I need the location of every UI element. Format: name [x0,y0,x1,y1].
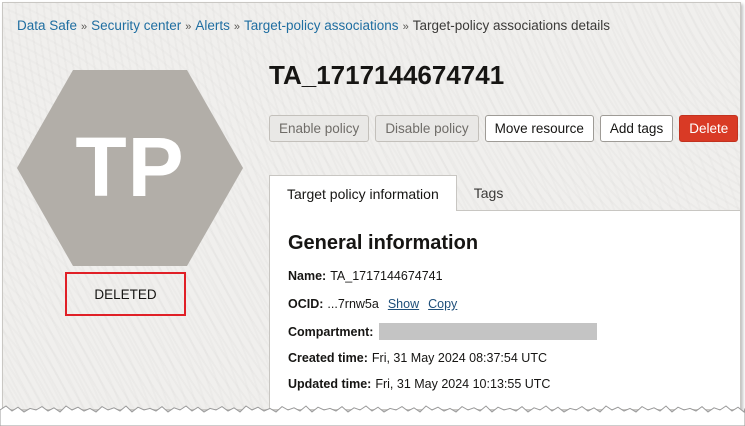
tab-target-policy-information[interactable]: Target policy information [269,175,457,211]
general-information-panel: General information Name: TA_17171446747… [269,210,740,409]
delete-button[interactable]: Delete [679,115,739,142]
name-value: TA_1717144674741 [330,269,443,283]
compartment-redacted-value [379,323,598,340]
torn-edge-path [0,405,745,426]
status-highlight-box: DELETED [65,272,186,316]
breadcrumb: Data Safe» Security center» Alerts» Target-… [17,18,610,33]
created-time-label: Created time: [288,351,368,365]
detail-tabs: Target policy information Tags [269,175,520,211]
tab-tags[interactable]: Tags [457,175,521,211]
ocid-label: OCID: [288,297,324,311]
show-ocid-link[interactable]: Show [388,297,419,311]
disable-policy-button[interactable]: Disable policy [375,115,479,142]
move-resource-button[interactable]: Move resource [484,115,594,142]
updated-time-row: Updated time: Fri, 31 May 2024 10:13:55 … [288,377,550,391]
enable-policy-button[interactable]: Enable policy [269,115,370,142]
created-time-value: Fri, 31 May 2024 08:37:54 UTC [371,351,547,365]
compartment-label: Compartment: [288,324,374,339]
breadcrumb-separator: » [402,21,409,33]
breadcrumb-separator: » [185,21,192,33]
ocid-row: OCID: ...7rnw5a Show Copy [288,297,457,311]
console-page: Data Safe» Security center» Alerts» Target-… [2,2,741,410]
compartment-row: Compartment: [288,323,598,340]
created-time-row: Created time: Fri, 31 May 2024 08:37:54 … [288,351,547,365]
ocid-value: ...7rnw5a [327,297,379,311]
updated-time-label: Updated time: [288,377,372,391]
torn-edge-decoration [0,405,745,426]
name-row: Name: TA_1717144674741 [288,269,443,283]
updated-time-value: Fri, 31 May 2024 10:13:55 UTC [375,377,551,391]
breadcrumb-alerts[interactable]: Alerts [195,18,230,33]
name-label: Name: [288,269,327,283]
breadcrumb-data-safe[interactable]: Data Safe [17,18,77,33]
add-tags-button[interactable]: Add tags [599,115,674,142]
breadcrumb-target-policy-associations[interactable]: Target-policy associations [244,18,399,33]
page-title: TA_1717144674741 [269,60,505,90]
breadcrumb-separator: » [81,21,88,33]
breadcrumb-security-center[interactable]: Security center [91,18,181,33]
resource-initials: TP [75,119,185,214]
section-title: General information [288,232,479,254]
copy-ocid-link[interactable]: Copy [428,297,457,311]
breadcrumb-current: Target-policy associations details [412,18,611,33]
action-toolbar: Enable policy Disable policy Move resour… [269,115,739,142]
breadcrumb-separator: » [233,21,240,33]
status-badge: DELETED [94,286,157,302]
